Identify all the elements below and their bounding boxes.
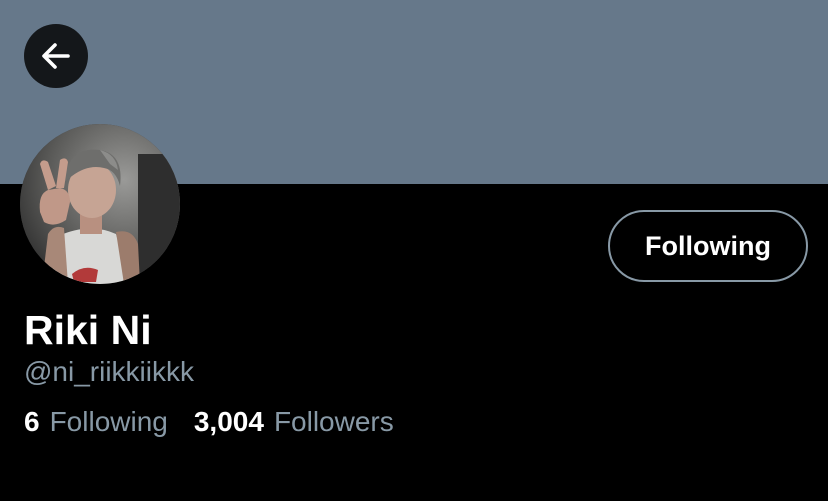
following-count: 6	[24, 406, 40, 437]
followers-count: 3,004	[193, 406, 264, 437]
following-stat-link[interactable]: 6 Following	[24, 404, 168, 440]
user-handle: @ni_riikkiikkk	[24, 356, 194, 387]
avatar[interactable]	[20, 124, 180, 284]
display-name: Riki Ni	[24, 307, 152, 353]
followers-label: Followers	[273, 406, 394, 437]
profile-page: Following Riki Ni @ni_riikkiikkk 6 Follo…	[0, 0, 828, 501]
back-button[interactable]	[24, 24, 88, 88]
avatar-photo	[20, 124, 180, 284]
profile-stats: 6 Following 3,004 Followers	[24, 404, 394, 440]
following-label: Following	[49, 406, 168, 437]
followers-stat-link[interactable]: 3,004 Followers	[194, 404, 394, 440]
arrow-left-icon	[42, 43, 70, 69]
following-button[interactable]: Following	[608, 210, 808, 282]
